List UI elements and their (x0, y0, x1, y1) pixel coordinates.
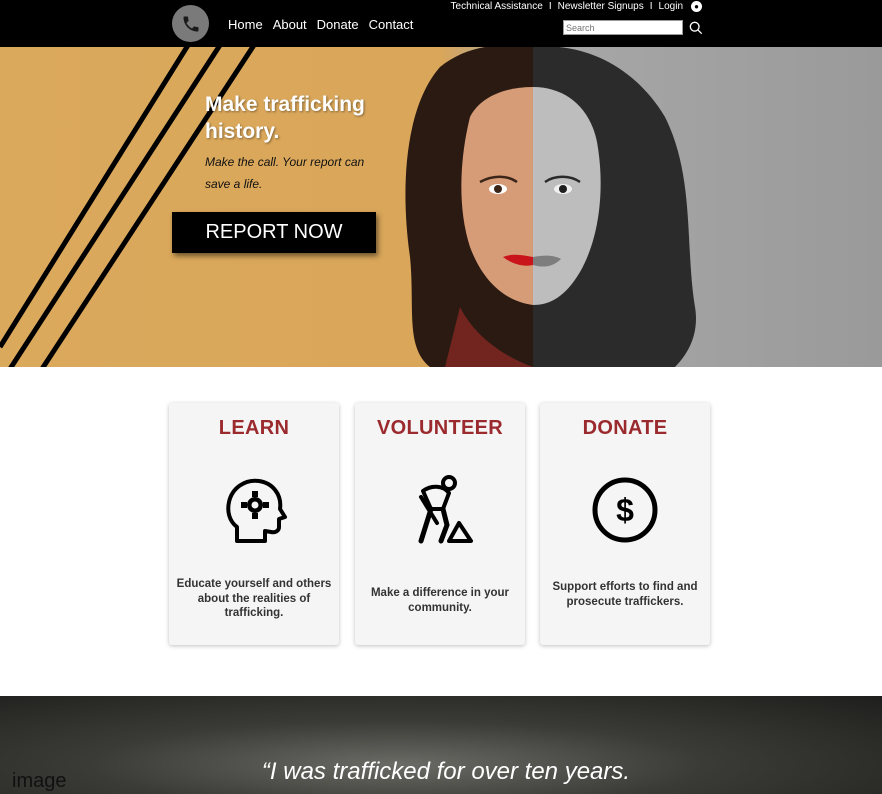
hero-title: Make trafficking history. (205, 93, 365, 143)
card-donate[interactable]: DONATE $ Support efforts to find and pro… (540, 403, 710, 645)
card-description: Educate yourself and others about the re… (176, 578, 332, 619)
card-volunteer[interactable]: VOLUNTEER Make a difference in your comm… (355, 403, 525, 645)
search-icon[interactable] (689, 21, 703, 35)
report-now-button[interactable]: REPORT NOW (172, 212, 376, 253)
technical-assistance-link[interactable]: Technical Assistance (451, 1, 543, 12)
card-description: Support efforts to find and prosecute tr… (552, 581, 698, 608)
head-gear-icon (226, 478, 287, 543)
nav-contact[interactable]: Contact (369, 17, 414, 32)
hero-portrait (405, 47, 696, 367)
nav-about[interactable]: About (273, 17, 307, 32)
hero-subtitle: Make the call. Your report can save a li… (205, 155, 365, 191)
image-label: image (12, 770, 67, 792)
search-area (563, 20, 703, 35)
utility-bar: Technical Assistance I Newsletter Signup… (0, 0, 882, 13)
login-link[interactable]: Login (659, 1, 683, 12)
card-description: Make a difference in your community. (370, 587, 510, 614)
testimonial-section: “I was trafficked for over ten years. im… (0, 696, 882, 794)
dollar-coin-icon: $ (592, 477, 658, 543)
search-input[interactable] (563, 20, 683, 35)
nav-donate[interactable]: Donate (317, 17, 359, 32)
hero-banner: Make trafficking history. Make the call.… (0, 47, 882, 367)
card-title: DONATE (582, 417, 668, 439)
phone-logo-icon[interactable] (172, 5, 209, 42)
main-nav: Home About Donate Contact (0, 5, 882, 47)
newsletter-signups-link[interactable]: Newsletter Signups (558, 1, 644, 12)
nav-links: Home About Donate Contact (228, 17, 413, 32)
nav-home[interactable]: Home (228, 17, 263, 32)
worker-icon (418, 475, 473, 544)
testimonial-quote: “I was trafficked for over ten years. (261, 758, 631, 785)
card-title: LEARN (218, 417, 290, 439)
card-learn[interactable]: LEARN Educate yourself and others about … (169, 403, 339, 645)
card-title: VOLUNTEER (376, 417, 504, 439)
separator: I (548, 1, 552, 12)
user-icon[interactable]: ● (691, 1, 702, 12)
phone-icon (183, 16, 198, 31)
separator: I (649, 1, 653, 12)
utility-links: Technical Assistance I Newsletter Signup… (451, 0, 702, 13)
svg-text:$: $ (616, 492, 634, 528)
